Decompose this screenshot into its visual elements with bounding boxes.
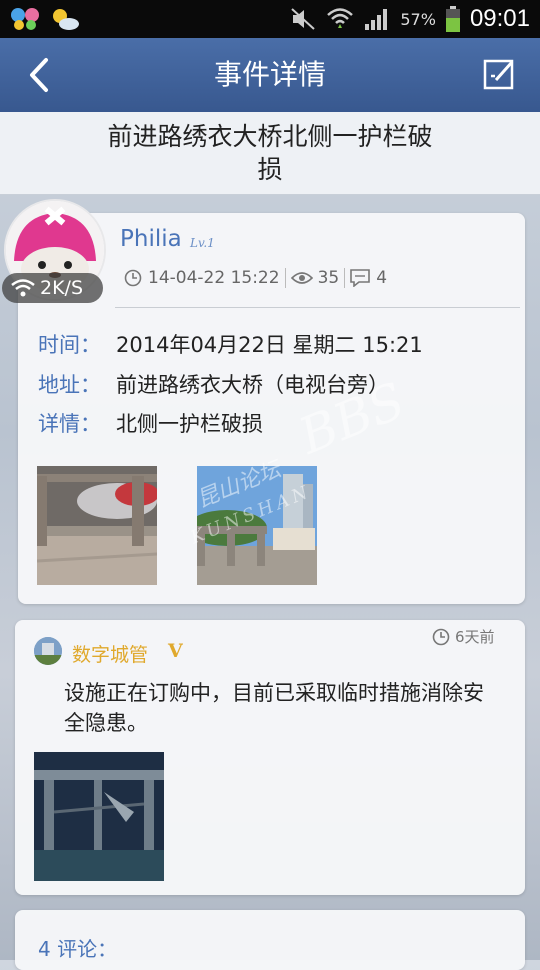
- time-label: 时间：: [38, 333, 101, 357]
- clock-icon: [432, 628, 450, 645]
- photo-image: [37, 466, 157, 585]
- post-photo-1[interactable]: [37, 466, 157, 585]
- signal-icon: [365, 9, 388, 30]
- reply-author[interactable]: 数字城管: [72, 640, 148, 667]
- time-field: 时间： 2014年04月22日 星期二 15:21: [38, 329, 423, 359]
- photo-image: [197, 466, 317, 585]
- reply-text: 设施正在订购中，目前已采取临时措施消除安全隐患。: [64, 681, 484, 735]
- event-title: 前进路绣衣大桥北侧一护栏破损: [107, 122, 433, 184]
- post-photo-2[interactable]: [197, 466, 317, 585]
- battery-icon: [445, 6, 460, 32]
- status-bar: 57% 09:01: [0, 0, 540, 38]
- butterfly-icon: [11, 8, 39, 30]
- wifi-icon: [327, 8, 354, 28]
- clock: 09:01: [469, 5, 530, 32]
- mute-icon: [291, 8, 316, 30]
- event-title-bar: 前进路绣衣大桥北侧一护栏破损: [0, 112, 540, 195]
- weather-icon: [53, 9, 79, 30]
- divider: [115, 307, 520, 308]
- reply-avatar[interactable]: [34, 637, 62, 665]
- page-title: 事件详情: [213, 58, 326, 91]
- detail-field: 详情： 北侧一护栏破损: [38, 408, 263, 438]
- reply-time: 6天前: [432, 626, 495, 647]
- app-bar: 事件详情: [0, 38, 540, 112]
- post-meta: 14-04-22 15:22 35 4: [124, 266, 387, 290]
- comments-title: 4 评论：: [38, 937, 118, 961]
- address-field: 地址： 前进路绣衣大桥（电视台旁）: [38, 369, 389, 399]
- photo-image: [34, 752, 164, 881]
- edit-icon[interactable]: [482, 56, 518, 92]
- reply-photo[interactable]: [34, 752, 164, 881]
- divider: [344, 268, 346, 288]
- address-label: 地址：: [38, 373, 101, 397]
- battery-percent: 57%: [400, 9, 436, 29]
- detail-value: 北侧一护栏破损: [116, 412, 263, 436]
- clock-icon: [124, 269, 142, 287]
- username[interactable]: Philia: [120, 226, 182, 252]
- post-date: 14-04-22 15:22: [148, 268, 280, 288]
- network-speed: 2K/S: [40, 277, 84, 299]
- user-level: Lv.1: [190, 236, 215, 250]
- view-count: 35: [317, 268, 340, 288]
- reply-time-text: 6天前: [455, 628, 495, 646]
- time-value: 2014年04月22日 星期二 15:21: [116, 333, 423, 357]
- network-speed-badge: 2K/S: [2, 273, 103, 303]
- comment-count: 4: [376, 268, 388, 288]
- address-value: 前进路绣衣大桥（电视台旁）: [116, 373, 389, 397]
- wifi-icon: [11, 279, 35, 297]
- avatar-image: [34, 637, 62, 665]
- eye-icon: [290, 272, 313, 284]
- verified-badge: V: [168, 640, 183, 662]
- detail-label: 详情：: [38, 412, 101, 436]
- comment-icon: [350, 269, 371, 287]
- divider: [284, 268, 286, 288]
